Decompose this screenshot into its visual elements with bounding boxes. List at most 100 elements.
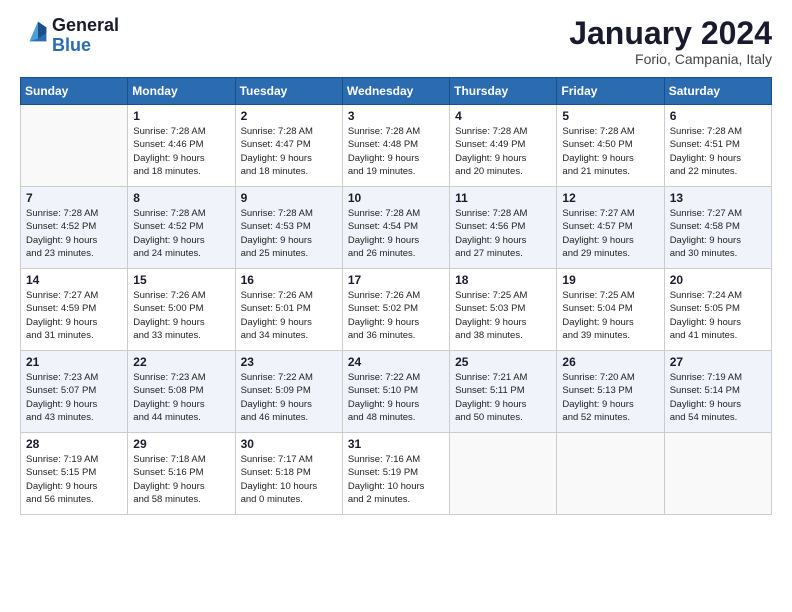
calendar-day-cell: 26 Sunrise: 7:20 AMSunset: 5:13 PMDayligh… — [557, 351, 664, 433]
day-number: 4 — [455, 109, 551, 123]
day-number: 10 — [348, 191, 444, 205]
day-number: 11 — [455, 191, 551, 205]
calendar-week-row: 21 Sunrise: 7:23 AMSunset: 5:07 PMDayligh… — [21, 351, 772, 433]
calendar-day-cell — [450, 433, 557, 515]
day-number: 5 — [562, 109, 658, 123]
calendar-day-cell: 16 Sunrise: 7:26 AMSunset: 5:01 PMDayligh… — [235, 269, 342, 351]
day-info: Sunrise: 7:26 AMSunset: 5:01 PMDaylight:… — [241, 289, 337, 342]
day-number: 13 — [670, 191, 766, 205]
calendar-day-cell: 5 Sunrise: 7:28 AMSunset: 4:50 PMDaylight… — [557, 105, 664, 187]
day-number: 19 — [562, 273, 658, 287]
day-number: 2 — [241, 109, 337, 123]
day-info: Sunrise: 7:25 AMSunset: 5:03 PMDaylight:… — [455, 289, 551, 342]
day-info: Sunrise: 7:19 AMSunset: 5:14 PMDaylight:… — [670, 371, 766, 424]
calendar-day-cell: 14Sunrise: 7:27 AMSunset: 4:59 PMDayligh… — [21, 269, 128, 351]
day-info: Sunrise: 7:27 AMSunset: 4:57 PMDaylight:… — [562, 207, 658, 260]
day-of-week-header: Sunday — [21, 78, 128, 105]
logo-text: General Blue — [52, 16, 119, 56]
day-info: Sunrise: 7:28 AMSunset: 4:52 PMDaylight:… — [26, 207, 122, 260]
day-info: Sunrise: 7:23 AMSunset: 5:08 PMDaylight:… — [133, 371, 229, 424]
calendar-day-cell — [21, 105, 128, 187]
day-number: 1 — [133, 109, 229, 123]
day-number: 29 — [133, 437, 229, 451]
calendar-day-cell: 24 Sunrise: 7:22 AMSunset: 5:10 PMDayligh… — [342, 351, 449, 433]
day-number: 24 — [348, 355, 444, 369]
calendar-day-cell: 9Sunrise: 7:28 AMSunset: 4:53 PMDaylight… — [235, 187, 342, 269]
header: General Blue January 2024 Forio, Campani… — [20, 16, 772, 67]
day-of-week-header: Friday — [557, 78, 664, 105]
day-info: Sunrise: 7:28 AMSunset: 4:54 PMDaylight:… — [348, 207, 444, 260]
calendar-day-cell: 23Sunrise: 7:22 AMSunset: 5:09 PMDayligh… — [235, 351, 342, 433]
calendar-day-cell: 4 Sunrise: 7:28 AMSunset: 4:49 PMDaylight… — [450, 105, 557, 187]
calendar-day-cell: 13 Sunrise: 7:27 AMSunset: 4:58 PMDayligh… — [664, 187, 771, 269]
calendar-day-cell: 6Sunrise: 7:28 AMSunset: 4:51 PMDaylight… — [664, 105, 771, 187]
day-info: Sunrise: 7:28 AMSunset: 4:56 PMDaylight:… — [455, 207, 551, 260]
day-info: Sunrise: 7:17 AMSunset: 5:18 PMDaylight:… — [241, 453, 337, 506]
calendar-day-cell: 12Sunrise: 7:27 AMSunset: 4:57 PMDayligh… — [557, 187, 664, 269]
day-number: 18 — [455, 273, 551, 287]
day-number: 28 — [26, 437, 122, 451]
calendar-week-row: 14Sunrise: 7:27 AMSunset: 4:59 PMDayligh… — [21, 269, 772, 351]
day-number: 3 — [348, 109, 444, 123]
day-of-week-header: Wednesday — [342, 78, 449, 105]
calendar-day-cell: 25Sunrise: 7:21 AMSunset: 5:11 PMDayligh… — [450, 351, 557, 433]
day-info: Sunrise: 7:27 AMSunset: 4:58 PMDaylight:… — [670, 207, 766, 260]
day-info: Sunrise: 7:26 AMSunset: 5:00 PMDaylight:… — [133, 289, 229, 342]
calendar-day-cell — [557, 433, 664, 515]
calendar-day-cell: 17Sunrise: 7:26 AMSunset: 5:02 PMDayligh… — [342, 269, 449, 351]
calendar-week-row: 1 Sunrise: 7:28 AMSunset: 4:46 PMDaylight… — [21, 105, 772, 187]
day-number: 7 — [26, 191, 122, 205]
calendar-day-cell: 3 Sunrise: 7:28 AMSunset: 4:48 PMDaylight… — [342, 105, 449, 187]
day-info: Sunrise: 7:28 AMSunset: 4:52 PMDaylight:… — [133, 207, 229, 260]
day-info: Sunrise: 7:16 AMSunset: 5:19 PMDaylight:… — [348, 453, 444, 506]
day-of-week-header: Tuesday — [235, 78, 342, 105]
month-title: January 2024 — [569, 16, 772, 51]
calendar-day-cell: 19Sunrise: 7:25 AMSunset: 5:04 PMDayligh… — [557, 269, 664, 351]
day-info: Sunrise: 7:24 AMSunset: 5:05 PMDaylight:… — [670, 289, 766, 342]
calendar-day-cell — [664, 433, 771, 515]
day-number: 14 — [26, 273, 122, 287]
day-info: Sunrise: 7:19 AMSunset: 5:15 PMDaylight:… — [26, 453, 122, 506]
day-info: Sunrise: 7:20 AMSunset: 5:13 PMDaylight:… — [562, 371, 658, 424]
day-info: Sunrise: 7:22 AMSunset: 5:10 PMDaylight:… — [348, 371, 444, 424]
logo: General Blue — [20, 16, 119, 56]
calendar-day-cell: 20 Sunrise: 7:24 AMSunset: 5:05 PMDayligh… — [664, 269, 771, 351]
day-number: 20 — [670, 273, 766, 287]
day-of-week-header: Monday — [128, 78, 235, 105]
day-number: 26 — [562, 355, 658, 369]
calendar-day-cell: 27 Sunrise: 7:19 AMSunset: 5:14 PMDayligh… — [664, 351, 771, 433]
day-info: Sunrise: 7:23 AMSunset: 5:07 PMDaylight:… — [26, 371, 122, 424]
day-info: Sunrise: 7:28 AMSunset: 4:46 PMDaylight:… — [133, 125, 229, 178]
day-number: 8 — [133, 191, 229, 205]
calendar: SundayMondayTuesdayWednesdayThursdayFrid… — [20, 77, 772, 515]
day-number: 31 — [348, 437, 444, 451]
calendar-day-cell: 29Sunrise: 7:18 AMSunset: 5:16 PMDayligh… — [128, 433, 235, 515]
calendar-day-cell: 31 Sunrise: 7:16 AMSunset: 5:19 PMDayligh… — [342, 433, 449, 515]
calendar-day-cell: 21 Sunrise: 7:23 AMSunset: 5:07 PMDayligh… — [21, 351, 128, 433]
day-of-week-header: Saturday — [664, 78, 771, 105]
day-number: 30 — [241, 437, 337, 451]
day-number: 6 — [670, 109, 766, 123]
day-info: Sunrise: 7:28 AMSunset: 4:53 PMDaylight:… — [241, 207, 337, 260]
calendar-day-cell: 7 Sunrise: 7:28 AMSunset: 4:52 PMDaylight… — [21, 187, 128, 269]
calendar-day-cell: 28 Sunrise: 7:19 AMSunset: 5:15 PMDayligh… — [21, 433, 128, 515]
day-number: 21 — [26, 355, 122, 369]
day-info: Sunrise: 7:28 AMSunset: 4:49 PMDaylight:… — [455, 125, 551, 178]
day-info: Sunrise: 7:21 AMSunset: 5:11 PMDaylight:… — [455, 371, 551, 424]
title-block: January 2024 Forio, Campania, Italy — [569, 16, 772, 67]
day-info: Sunrise: 7:28 AMSunset: 4:48 PMDaylight:… — [348, 125, 444, 178]
day-info: Sunrise: 7:22 AMSunset: 5:09 PMDaylight:… — [241, 371, 337, 424]
day-number: 22 — [133, 355, 229, 369]
logo-icon — [24, 19, 52, 47]
day-of-week-header: Thursday — [450, 78, 557, 105]
calendar-day-cell: 11 Sunrise: 7:28 AMSunset: 4:56 PMDayligh… — [450, 187, 557, 269]
calendar-day-cell: 8 Sunrise: 7:28 AMSunset: 4:52 PMDaylight… — [128, 187, 235, 269]
day-info: Sunrise: 7:28 AMSunset: 4:50 PMDaylight:… — [562, 125, 658, 178]
calendar-day-cell: 18 Sunrise: 7:25 AMSunset: 5:03 PMDayligh… — [450, 269, 557, 351]
day-number: 17 — [348, 273, 444, 287]
calendar-day-cell: 22 Sunrise: 7:23 AMSunset: 5:08 PMDayligh… — [128, 351, 235, 433]
calendar-day-cell: 10 Sunrise: 7:28 AMSunset: 4:54 PMDayligh… — [342, 187, 449, 269]
day-number: 16 — [241, 273, 337, 287]
day-number: 27 — [670, 355, 766, 369]
page: General Blue January 2024 Forio, Campani… — [0, 0, 792, 612]
